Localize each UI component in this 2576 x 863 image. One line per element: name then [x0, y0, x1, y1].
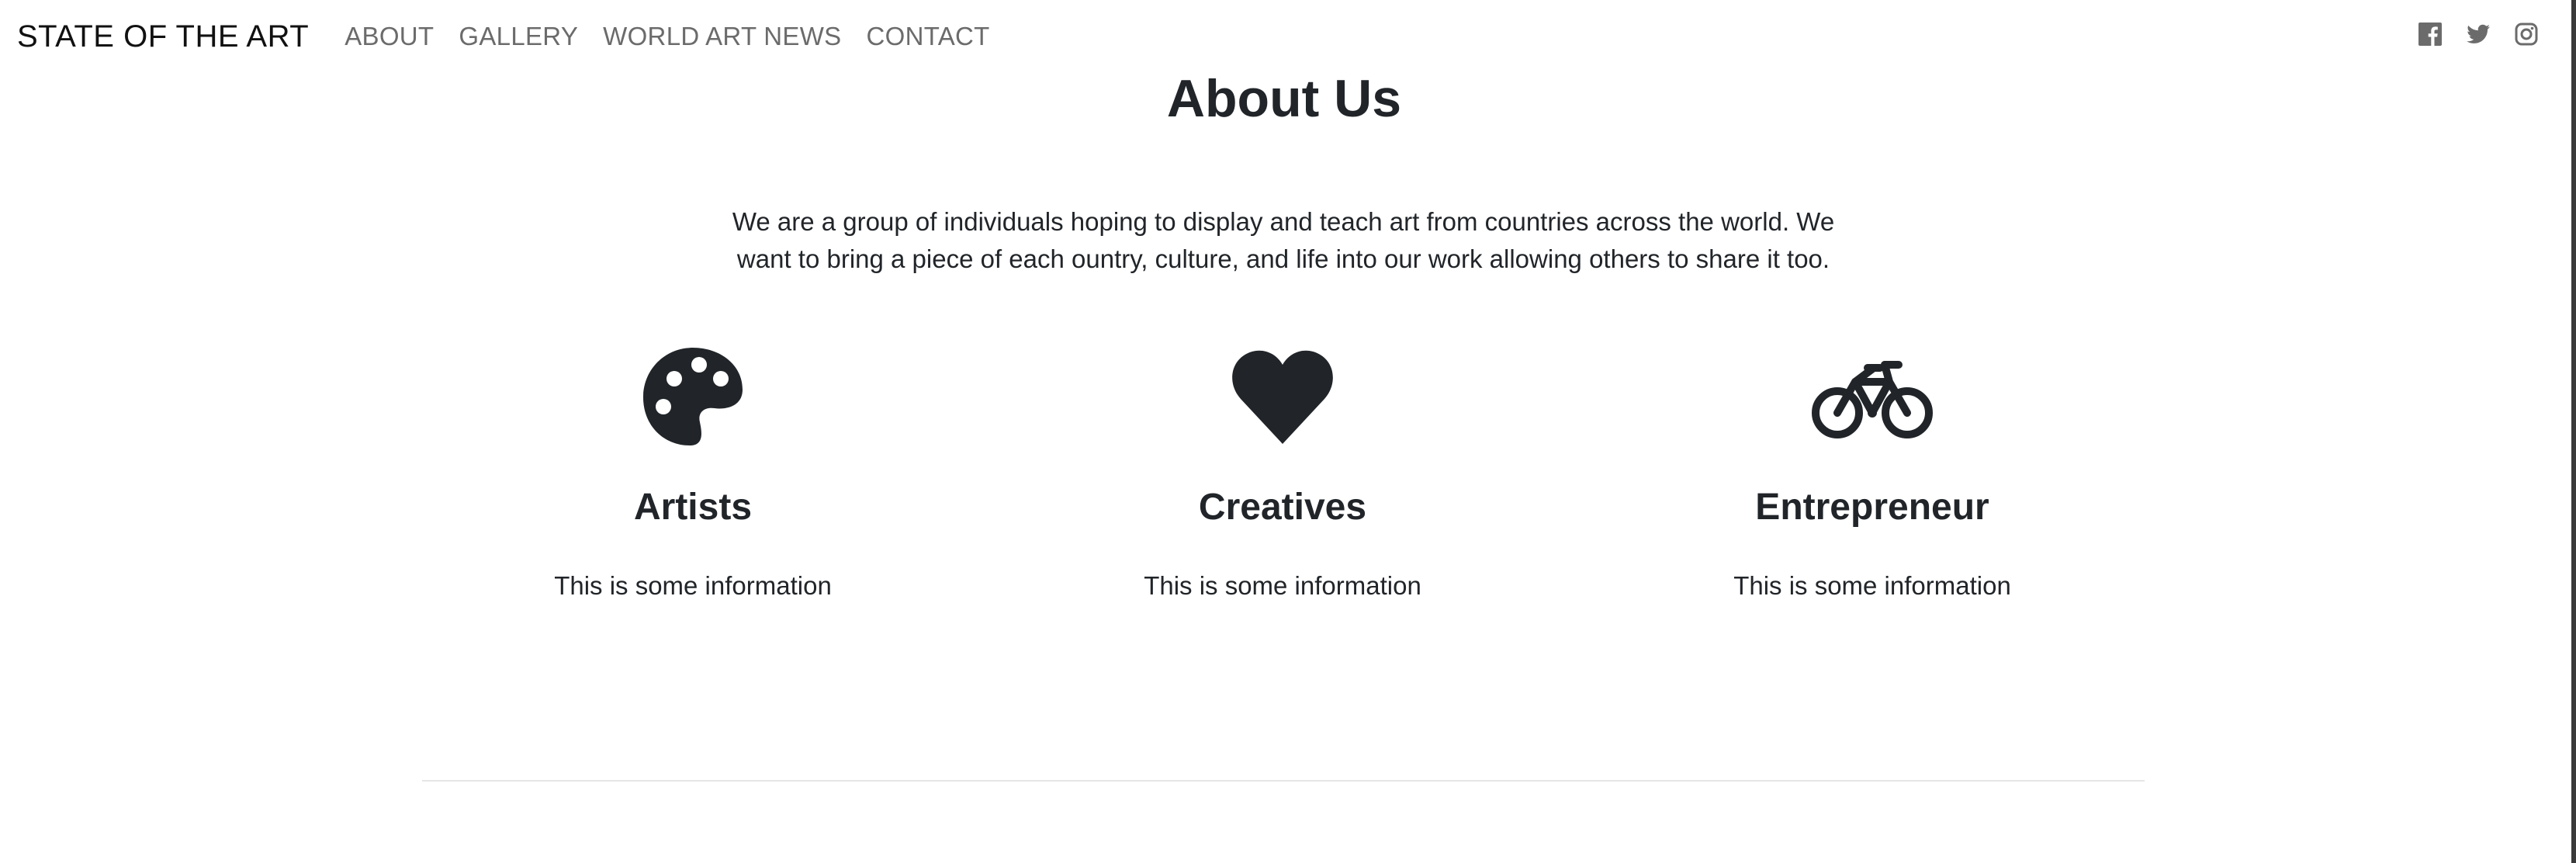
feature-text: This is some information [1144, 571, 1421, 600]
feature-text: This is some information [554, 571, 832, 600]
social-links [2418, 22, 2539, 47]
about-intro-text: We are a group of individuals hoping to … [732, 207, 1835, 273]
heart-icon [1213, 341, 1352, 450]
page: STATE OF THE ART ABOUT GALLERY WORLD ART… [0, 0, 2576, 863]
nav-link-contact[interactable]: CONTACT [854, 22, 1002, 51]
scrollbar[interactable] [2571, 0, 2576, 863]
nav-link-world-art-news[interactable]: WORLD ART NEWS [590, 22, 853, 51]
feature-creatives: Creatives This is some information [1011, 341, 1554, 600]
facebook-icon[interactable] [2418, 22, 2443, 47]
section-divider [422, 780, 2145, 782]
instagram-icon[interactable] [2514, 22, 2539, 47]
page-title: About Us [1166, 69, 1402, 128]
feature-text: This is some information [1733, 571, 2011, 600]
feature-title: Entrepreneur [1755, 487, 1989, 528]
nav-link-about[interactable]: ABOUT [332, 22, 446, 51]
feature-title: Artists [633, 487, 753, 528]
feature-artists: Artists This is some information [421, 341, 964, 600]
bicycle-icon [1802, 341, 1942, 450]
brand-logo-link[interactable]: STATE OF THE ART [17, 19, 309, 54]
feature-entrepreneur: Entrepreneur This is some information [1601, 341, 2144, 600]
palette-icon [623, 341, 763, 450]
navbar: STATE OF THE ART ABOUT GALLERY WORLD ART… [0, 0, 2568, 73]
twitter-icon[interactable] [2466, 22, 2491, 47]
feature-title: Creatives [1198, 487, 1367, 528]
nav-links: ABOUT GALLERY WORLD ART NEWS CONTACT [332, 22, 1002, 51]
nav-link-gallery[interactable]: GALLERY [446, 22, 590, 51]
